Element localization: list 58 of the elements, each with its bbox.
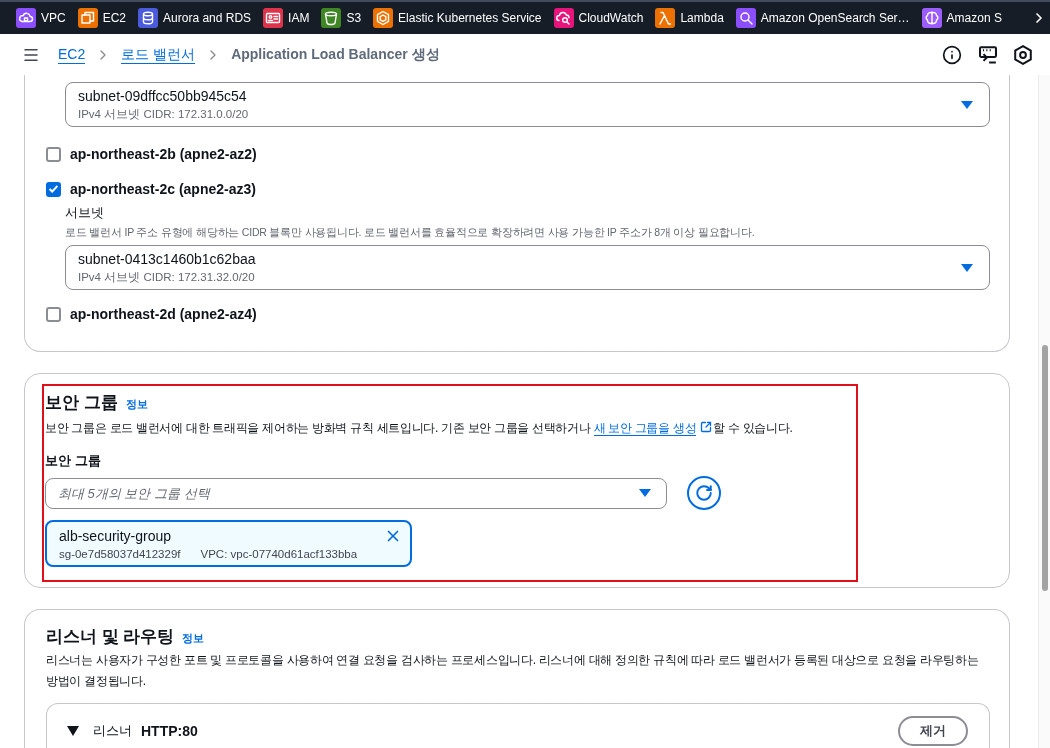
service-link[interactable]: IAM bbox=[288, 9, 310, 27]
breadcrumb-link[interactable]: 로드 밸런서 bbox=[121, 45, 196, 64]
checkmark-icon bbox=[49, 185, 58, 193]
group-id: sg-0e7d58037d412329f bbox=[59, 547, 181, 562]
group-name: alb-security-group bbox=[59, 527, 172, 545]
hexagon-icon[interactable] bbox=[1014, 44, 1032, 65]
breadcrumb-current: Application Load Balancer 생성 bbox=[231, 45, 440, 64]
bucket-icon[interactable] bbox=[321, 8, 342, 28]
subnet-select[interactable]: subnet-0413c1460b1c62baa IPv4 서브넷 CIDR: 172.31.32.0/20 bbox=[65, 245, 990, 290]
service-link[interactable]: Aurora and RDS bbox=[163, 9, 252, 27]
magnifier-icon[interactable] bbox=[735, 8, 756, 28]
zone-label: ap-northeast-2c (apne2-az3) bbox=[70, 179, 256, 199]
checkbox[interactable] bbox=[46, 306, 61, 322]
lambda-icon[interactable] bbox=[655, 8, 676, 28]
service-link[interactable]: Lambda bbox=[680, 9, 724, 27]
caret-down-icon bbox=[961, 100, 973, 109]
service-link[interactable]: Amazon S bbox=[946, 9, 1002, 27]
listener-protocol: HTTP:80 bbox=[141, 721, 198, 741]
subnet-select[interactable]: subnet-09dffcc50bb945c54 IPv4 서브넷 CIDR: 172.31.0.0/20 bbox=[65, 82, 990, 127]
caret-down-icon bbox=[639, 488, 651, 497]
zone-label: ap-northeast-2b (apne2-az2) bbox=[70, 144, 257, 164]
service-link[interactable]: VPC bbox=[41, 9, 66, 27]
screen-arrow-icon[interactable] bbox=[979, 45, 997, 64]
service-link[interactable]: EC2 bbox=[102, 9, 127, 27]
create-security-group-link[interactable]: 새 보안 그룹을 생성 bbox=[593, 421, 697, 436]
info-icon[interactable] bbox=[942, 44, 962, 65]
breadcrumb-link[interactable]: EC2 bbox=[58, 45, 86, 64]
caret-down-icon bbox=[961, 263, 973, 272]
info-link[interactable]: 정보 bbox=[182, 630, 205, 647]
external-link-icon bbox=[700, 421, 713, 433]
id-card-icon[interactable] bbox=[263, 8, 284, 28]
subnet-label: 서브넷 bbox=[65, 204, 104, 222]
cloud-icon[interactable] bbox=[16, 8, 36, 28]
section-description: 리스너는 사용자가 구성한 포트 및 프로토콜을 사용하여 연결 요청을 검사하는 프로세스입니다. 리스너에 대해 정의한 규칙에 따라 로드 밸런서가 등록된 대상으로 요청을 라우팅하는 방법이 결정됩니다. bbox=[46, 652, 980, 690]
zone-label: ap-northeast-2d (apne2-az4) bbox=[70, 304, 257, 324]
service-link[interactable]: Elastic Kubernetes Service bbox=[398, 9, 542, 27]
remove-button[interactable]: 제거 bbox=[898, 716, 968, 746]
refresh-icon bbox=[695, 484, 713, 502]
section-description: 보안 그룹은 로드 밸런서에 대한 트래픽을 제어하는 방화벽 규칙 세트입니다. 기존 보안 그룹을 선택하거나 새 보안 그룹을 생성 할 수 있습니다. bbox=[45, 420, 793, 438]
service-link[interactable]: S3 bbox=[346, 9, 362, 27]
checkbox[interactable] bbox=[46, 146, 61, 162]
cloud-magnifier-icon[interactable] bbox=[553, 8, 574, 28]
service-link[interactable]: CloudWatch bbox=[578, 9, 644, 27]
listener-label: 리스너 bbox=[93, 722, 132, 741]
section-title: 리스너 및 라우팅 bbox=[46, 626, 175, 648]
field-label: 보안 그룹 bbox=[45, 452, 101, 470]
group-vpc: VPC: vpc-07740d61acf133bba bbox=[200, 547, 358, 562]
caret-down-icon[interactable] bbox=[67, 726, 79, 736]
security-group-select[interactable]: 최대 5개의 보안 그룹 선택 bbox=[45, 477, 667, 509]
stacked-squares-icon[interactable] bbox=[77, 8, 98, 28]
database-icon[interactable] bbox=[138, 8, 159, 28]
info-link[interactable]: 정보 bbox=[125, 396, 148, 413]
section-title: 보안 그룹 bbox=[45, 392, 118, 414]
subnet-hint: 로드 밸런서 IP 주소 유형에 해당하는 CIDR 블록만 사용됩니다. 로드 밸런서를 효율적으로 확장하려면 사용 가능한 IP 주소가 8개 이상 필요합니다. bbox=[65, 225, 755, 240]
service-link[interactable]: Amazon OpenSearch Ser… bbox=[760, 9, 910, 27]
scrollbar[interactable] bbox=[1038, 75, 1050, 748]
refresh-button[interactable] bbox=[687, 476, 721, 510]
checked-checkbox[interactable] bbox=[46, 181, 61, 197]
